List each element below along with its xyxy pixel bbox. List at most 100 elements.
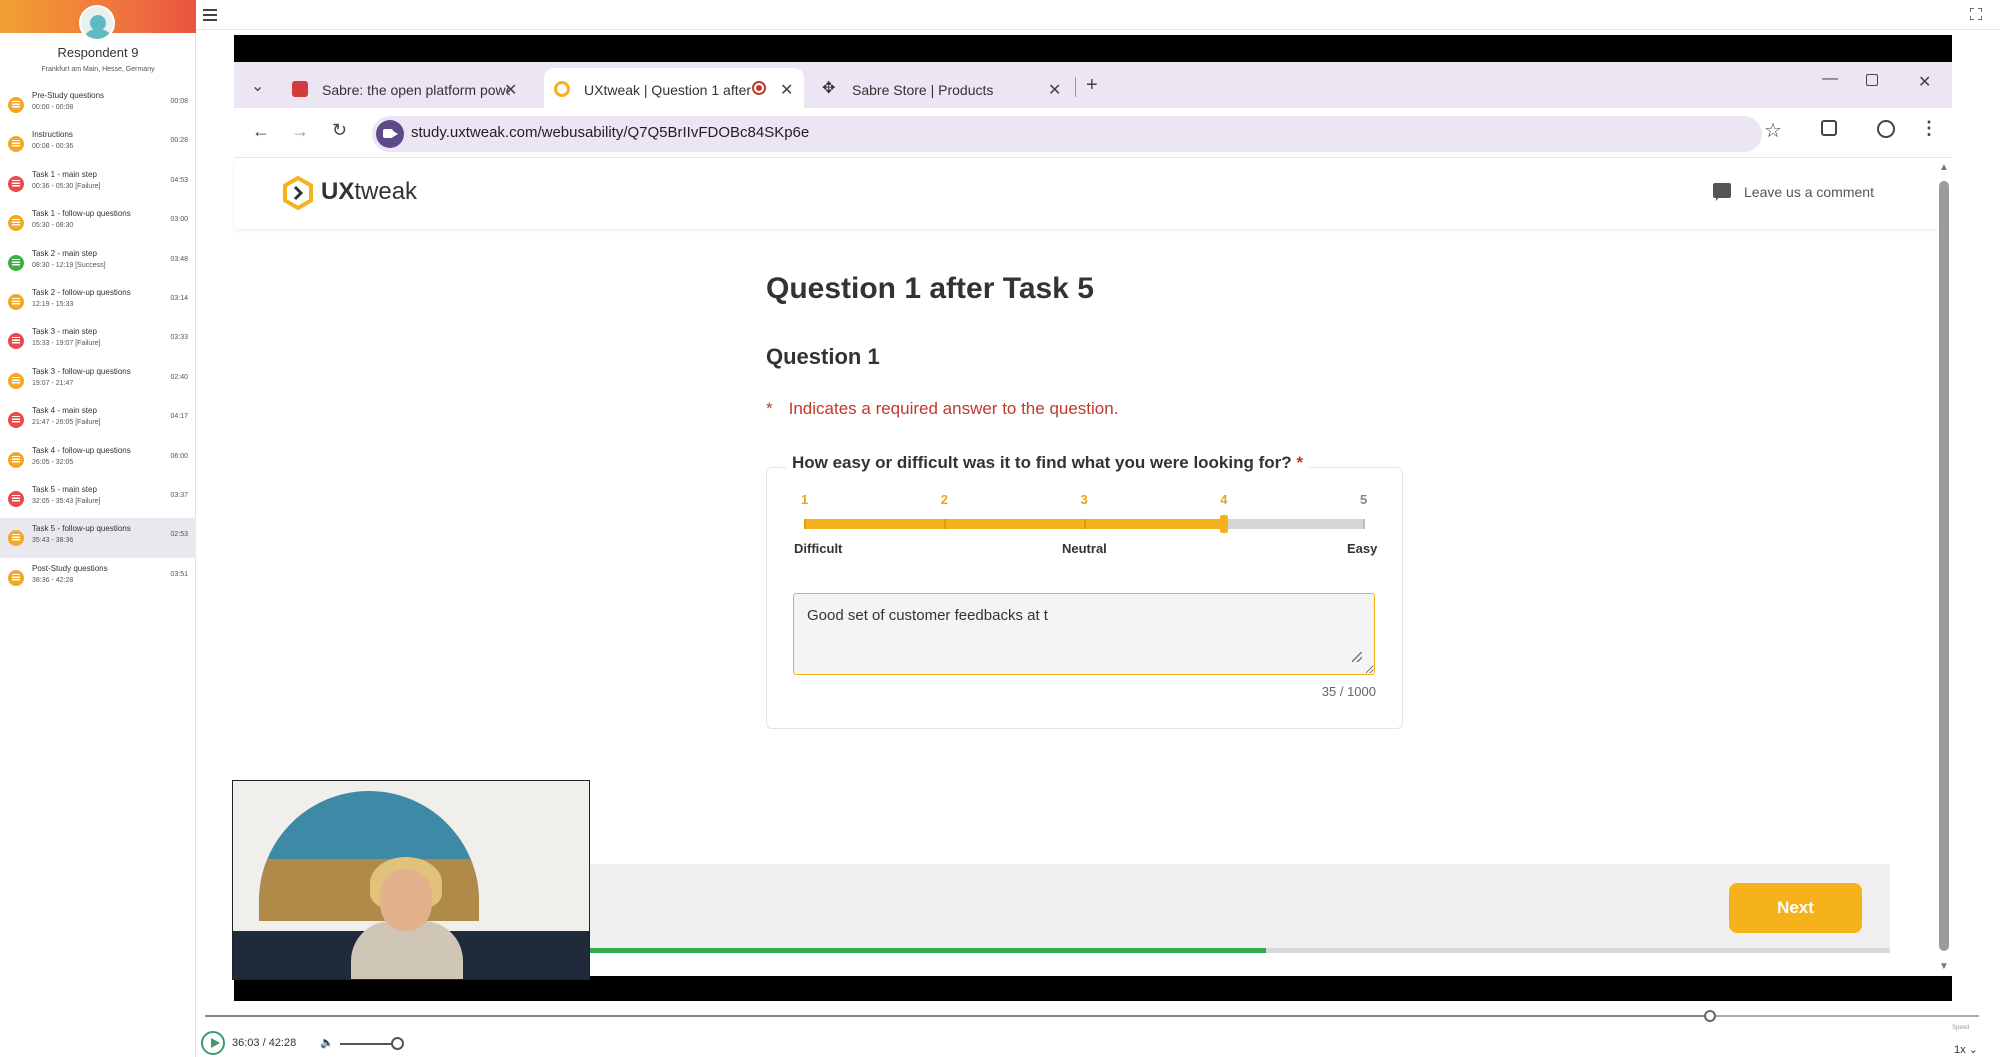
uxtweak-logo-icon [283, 176, 313, 210]
study-progress-fill [590, 948, 1266, 953]
play-button[interactable] [201, 1031, 225, 1055]
task-range: 08:30 - 12:19 [Success] [32, 261, 106, 269]
browser-menu-icon[interactable]: ⋮ [1920, 118, 1938, 139]
minimize-icon[interactable]: — [1822, 70, 1838, 88]
volume-slider[interactable] [340, 1043, 398, 1045]
task-range: 32:05 - 35:43 [Failure] [32, 498, 101, 505]
task-list-item[interactable]: Task 2 - follow-up questions 12:19 - 15:3… [0, 282, 196, 322]
scroll-down-icon[interactable]: ▼ [1939, 961, 1949, 972]
site-info-icon[interactable] [376, 120, 404, 148]
volume-handle[interactable] [391, 1037, 404, 1050]
webcam-overlay [232, 780, 590, 980]
scale-max-label: Easy [1347, 541, 1378, 556]
task-icon [8, 530, 24, 547]
task-duration: 03:00 [170, 216, 188, 224]
task-duration: 04:17 [170, 413, 188, 421]
scale-thumb[interactable] [1220, 515, 1229, 533]
bookmark-star-icon[interactable]: ☆ [1764, 118, 1782, 143]
task-range: 26:05 - 32:05 [32, 458, 74, 466]
answer-textarea[interactable]: Good set of customer feedbacks at t [793, 593, 1375, 675]
question-label: How easy or difficult was it to find wha… [786, 453, 1310, 473]
task-range: 38:36 - 42:28 [32, 576, 74, 584]
scale-tick [1083, 519, 1086, 529]
tab-sabre-store[interactable]: ✥ Sabre Store | Products ✕ [812, 68, 1074, 108]
question-heading: Question 1 [766, 344, 880, 369]
task-range: 35:43 - 38:36 [32, 537, 74, 545]
task-duration: 00:28 [170, 137, 188, 145]
task-list-item[interactable]: Task 5 - follow-up questions 35:43 - 38:3… [0, 518, 196, 559]
close-tab-icon[interactable]: ✕ [1048, 80, 1061, 100]
scale-tick-label[interactable]: 1 [801, 492, 808, 507]
uxtweak-icon [554, 81, 570, 97]
speed-select[interactable]: 1x ⌄ [1954, 1043, 1978, 1056]
url-text[interactable]: study.uxtweak.com/webusability/Q7Q5BrIIv… [411, 124, 809, 141]
task-list-item[interactable]: Task 1 - main step 00:36 - 05:30 [Failure… [0, 164, 196, 204]
tab-title: Sabre Store | Products [852, 82, 994, 98]
task-list-item[interactable]: Task 2 - main step 08:30 - 12:19 [Success… [0, 243, 196, 283]
scroll-up-icon[interactable]: ▲ [1939, 162, 1949, 173]
scrollbar-thumb[interactable] [1939, 181, 1949, 951]
close-tab-icon[interactable]: ✕ [780, 80, 793, 100]
task-name: Task 4 - main step [32, 406, 97, 416]
forward-icon[interactable]: → [291, 121, 309, 142]
task-duration: 04:53 [170, 176, 188, 184]
next-button[interactable]: Next [1729, 883, 1862, 933]
required-note: * Indicates a required answer to the ques… [766, 399, 1119, 418]
task-name: Task 5 - main step [32, 485, 97, 494]
task-list-item[interactable]: Instructions 00:08 - 00:36 00:28 [0, 124, 196, 164]
task-name: Post-Study questions [32, 563, 108, 573]
new-tab-button[interactable]: + [1086, 74, 1098, 97]
tab-sabre[interactable]: Sabre: the open platform powe ✕ [282, 68, 522, 108]
restore-icon[interactable] [1866, 74, 1878, 86]
tab-divider [1075, 77, 1076, 97]
task-icon [8, 451, 24, 468]
task-name: Pre-Study questions [32, 91, 105, 100]
close-tab-icon[interactable]: ✕ [504, 80, 517, 100]
task-list-item[interactable]: Pre-Study questions 00:00 - 00:08 00:08 [0, 85, 196, 125]
task-list-item[interactable]: Task 3 - main step 15:33 - 19:07 [Failure… [0, 321, 196, 361]
app-root: Respondent 9 Frankfurt am Main, Hesse, G… [0, 0, 2000, 1057]
task-icon [8, 175, 24, 192]
task-range: 15:33 - 19:07 [Failure] [32, 340, 101, 348]
window-close-icon[interactable]: ✕ [1918, 72, 1931, 92]
scale-tick [943, 519, 946, 529]
task-list-item[interactable]: Task 4 - follow-up questions 26:05 - 32:0… [0, 440, 196, 480]
task-list-item[interactable]: Task 3 - follow-up questions 19:07 - 21:4… [0, 361, 196, 401]
task-list-item[interactable]: Post-Study questions 38:36 - 42:28 03:51 [0, 558, 196, 598]
task-name: Task 4 - follow-up questions [32, 445, 131, 455]
task-duration: 03:48 [170, 255, 188, 263]
tab-search-chevron-icon[interactable]: ⌄ [251, 76, 264, 96]
scale-tick-label[interactable]: 4 [1220, 492, 1227, 507]
resize-handle-icon[interactable] [1352, 652, 1362, 662]
avatar [79, 5, 115, 41]
task-duration: 03:14 [170, 295, 188, 302]
tab-uxtweak[interactable]: UXtweak | Question 1 after ✕ [544, 68, 804, 108]
leave-comment-link[interactable]: Leave us a comment [1714, 184, 1874, 200]
task-duration: 02:40 [170, 373, 188, 381]
task-name: Task 1 - follow-up questions [32, 209, 131, 219]
task-list-item[interactable]: Task 1 - follow-up questions 05:30 - 08:3… [0, 203, 196, 243]
task-duration: 00:08 [170, 98, 188, 105]
task-name: Task 5 - follow-up questions [32, 524, 131, 534]
task-icon [8, 372, 24, 389]
task-list-item[interactable]: Task 4 - main step 21:47 - 26:05 [Failure… [0, 400, 196, 440]
scale-tick-label[interactable]: 2 [941, 492, 948, 507]
scale-mid-label: Neutral [1062, 541, 1107, 556]
extensions-icon[interactable] [1821, 120, 1837, 136]
task-icon [8, 97, 24, 113]
fullscreen-icon[interactable] [1970, 8, 1982, 20]
scale-tick-label[interactable]: 5 [1360, 492, 1367, 507]
task-name: Task 1 - main step [32, 169, 97, 179]
back-icon[interactable]: ← [252, 121, 270, 142]
task-list-item[interactable]: Task 5 - main step 32:05 - 35:43 [Failure… [0, 479, 196, 519]
task-name: Task 3 - follow-up questions [32, 366, 131, 376]
volume-icon[interactable]: 🔈 [320, 1036, 334, 1049]
reload-icon[interactable]: ↻ [332, 120, 347, 141]
hamburger-menu-icon[interactable] [203, 9, 217, 21]
scale-tick-label[interactable]: 3 [1081, 492, 1088, 507]
review-topbar [196, 0, 2000, 30]
sabre-icon [292, 81, 308, 97]
task-icon [8, 491, 24, 507]
study-header [234, 159, 1937, 229]
profile-icon[interactable] [1877, 120, 1895, 138]
